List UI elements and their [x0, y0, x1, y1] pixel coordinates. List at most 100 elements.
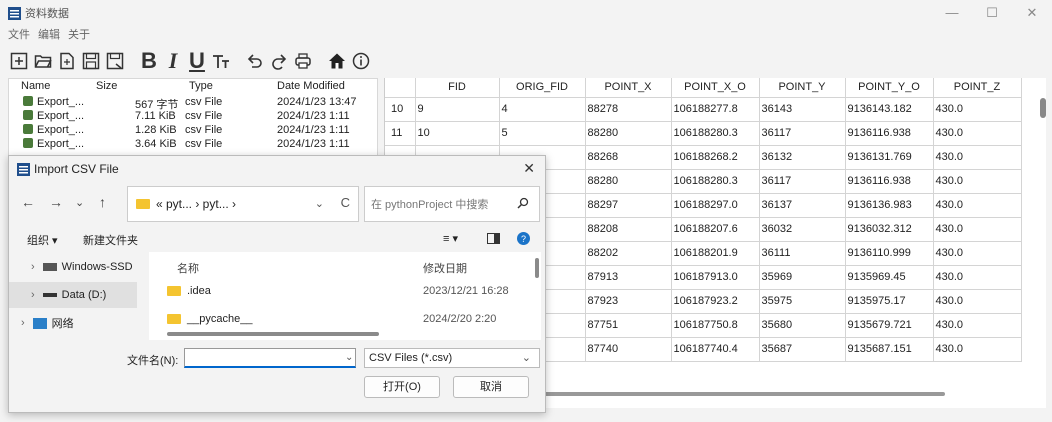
col-header-fid[interactable]: FID [415, 78, 500, 98]
forward-arrow-icon[interactable]: → [49, 194, 63, 210]
table-cell[interactable]: 9136032.312 [845, 217, 934, 242]
table-cell[interactable]: 87923 [585, 289, 672, 314]
table-cell[interactable]: 88280 [585, 121, 672, 146]
view-options-menu[interactable]: ≡ ▾ [443, 232, 458, 245]
home-icon[interactable] [326, 49, 348, 73]
vertical-scrollbar[interactable] [1040, 98, 1046, 118]
recent-locations-icon[interactable]: ⌄ [75, 196, 84, 209]
open-folder-icon[interactable] [32, 49, 54, 73]
table-cell[interactable]: 88278 [585, 97, 672, 122]
open-button[interactable]: 打开(O) [364, 376, 440, 398]
table-cell[interactable]: 4 [499, 97, 586, 122]
table-cell[interactable]: 87913 [585, 265, 672, 290]
table-cell[interactable]: 430.0 [933, 145, 1022, 170]
table-cell[interactable]: 106187750.8 [671, 313, 760, 338]
dialog-close-button[interactable]: ✕ [523, 160, 535, 177]
search-field[interactable]: 在 pythonProject 中搜索 [364, 186, 540, 222]
table-cell[interactable]: 36032 [759, 217, 846, 242]
italic-icon[interactable]: I [162, 48, 184, 73]
table-cell[interactable]: 88208 [585, 217, 672, 242]
table-cell[interactable]: 87740 [585, 337, 672, 362]
nav-item-data-drive[interactable]: › Data (D:) [9, 282, 137, 308]
underline-icon[interactable]: U [186, 48, 208, 73]
table-cell[interactable]: 106188277.8 [671, 97, 760, 122]
col-name-header[interactable]: Name [21, 80, 50, 92]
print-icon[interactable] [292, 49, 314, 73]
col-header-orig-fid[interactable]: ORIG_FID [499, 78, 586, 98]
refresh-icon[interactable]: C [341, 195, 350, 210]
table-cell[interactable]: 36137 [759, 193, 846, 218]
text-size-icon[interactable] [210, 49, 232, 73]
menu-about[interactable]: 关于 [68, 26, 90, 44]
table-cell[interactable]: 106187740.4 [671, 337, 760, 362]
list-vertical-scrollbar[interactable] [535, 258, 539, 278]
table-cell[interactable]: 35687 [759, 337, 846, 362]
col-header-point-x-o[interactable]: POINT_X_O [671, 78, 760, 98]
col-header-point-z[interactable]: POINT_Z [933, 78, 1022, 98]
bold-icon[interactable]: B [138, 48, 160, 73]
table-cell[interactable]: 35969 [759, 265, 846, 290]
table-cell[interactable]: 430.0 [933, 121, 1022, 146]
table-cell[interactable]: 88297 [585, 193, 672, 218]
nav-item-windows-ssd[interactable]: › Windows-SSD [9, 254, 137, 280]
col-name-header[interactable]: 名称 [177, 260, 199, 276]
col-modified-header[interactable]: 修改日期 [423, 260, 467, 276]
table-cell[interactable]: 106188268.2 [671, 145, 760, 170]
col-header-point-x[interactable]: POINT_X [585, 78, 672, 98]
col-header-point-y[interactable]: POINT_Y [759, 78, 846, 98]
col-header-point-y-o[interactable]: POINT_Y_O [845, 78, 934, 98]
table-cell[interactable]: 9136143.182 [845, 97, 934, 122]
table-cell[interactable]: 9135679.721 [845, 313, 934, 338]
address-dropdown-icon[interactable]: ⌄ [315, 197, 324, 210]
list-item[interactable]: __pycache__ 2024/2/20 2:20 [149, 306, 541, 332]
table-cell[interactable]: 35975 [759, 289, 846, 314]
table-cell[interactable]: 9136110.999 [845, 241, 934, 266]
new-file-icon[interactable] [8, 49, 30, 73]
table-cell[interactable]: 35680 [759, 313, 846, 338]
table-cell[interactable]: 9136116.938 [845, 121, 934, 146]
table-cell[interactable]: 9136116.938 [845, 169, 934, 194]
table-cell[interactable]: 430.0 [933, 265, 1022, 290]
new-folder-button[interactable]: 新建文件夹 [83, 232, 138, 248]
table-cell[interactable]: 430.0 [933, 217, 1022, 242]
filename-dropdown-icon[interactable]: ⌄ [345, 352, 353, 363]
table-cell[interactable]: 9136136.983 [845, 193, 934, 218]
table-cell[interactable]: 9135975.17 [845, 289, 934, 314]
undo-icon[interactable] [244, 49, 266, 73]
table-cell[interactable]: 9135687.151 [845, 337, 934, 362]
close-button[interactable]: ✕ [1012, 0, 1052, 26]
info-icon[interactable] [350, 49, 372, 73]
list-horizontal-scrollbar[interactable] [167, 332, 379, 336]
menu-file[interactable]: 文件 [8, 26, 30, 44]
search-icon[interactable] [517, 197, 529, 212]
table-cell[interactable]: 88202 [585, 241, 672, 266]
table-cell[interactable]: 106188207.6 [671, 217, 760, 242]
file-row[interactable]: Export_... 7.11 KiB csv File 2024/1/23 1… [9, 110, 377, 123]
filetype-select[interactable]: CSV Files (*.csv) ⌄ [364, 348, 540, 368]
table-cell[interactable]: 106188297.0 [671, 193, 760, 218]
col-type-header[interactable]: Type [189, 80, 213, 92]
table-cell[interactable]: 10 [415, 121, 500, 146]
table-cell[interactable]: 36111 [759, 241, 846, 266]
table-cell[interactable]: 430.0 [933, 241, 1022, 266]
col-date-header[interactable]: Date Modified [277, 80, 345, 92]
maximize-button[interactable]: ☐ [972, 0, 1012, 26]
table-cell[interactable]: 106187913.0 [671, 265, 760, 290]
table-cell[interactable]: 430.0 [933, 97, 1022, 122]
table-cell[interactable]: 36117 [759, 169, 846, 194]
nav-item-network[interactable]: › 网络 [9, 310, 137, 336]
save-as-icon[interactable] [104, 49, 126, 73]
table-cell[interactable]: 430.0 [933, 169, 1022, 194]
table-cell[interactable]: 36143 [759, 97, 846, 122]
table-cell[interactable]: 88268 [585, 145, 672, 170]
table-cell[interactable]: 36132 [759, 145, 846, 170]
file-row[interactable]: Export_... 3.64 KiB csv File 2024/1/23 1… [9, 138, 377, 151]
col-size-header[interactable]: Size [96, 80, 117, 92]
address-bar[interactable]: « pyt... › pyt... › ⌄ C [127, 186, 359, 222]
menu-edit[interactable]: 编辑 [38, 26, 60, 44]
preview-pane-icon[interactable] [487, 233, 500, 247]
list-item[interactable]: .idea 2023/12/21 16:28 [149, 278, 541, 304]
table-cell[interactable]: 9136131.769 [845, 145, 934, 170]
table-cell[interactable]: 5 [499, 121, 586, 146]
up-arrow-icon[interactable]: ↑ [99, 194, 106, 210]
